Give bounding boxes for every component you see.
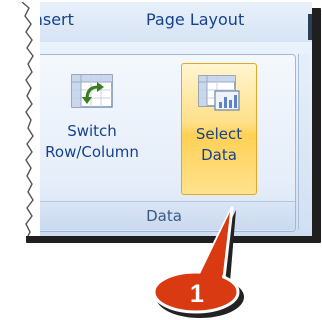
switch-label-line1: Switch (67, 122, 117, 140)
select-data-icon (198, 75, 240, 111)
switch-row-column-button[interactable]: Switch Row/Column (37, 63, 147, 193)
select-label-line2: Data (201, 146, 237, 164)
step-callout: 1 (152, 206, 262, 320)
tab-page-layout[interactable]: Page Layout (146, 10, 244, 29)
ribbon-crop: Insert Page Layout Switch Row/Column Sel… (20, 2, 312, 236)
torn-edge (20, 2, 40, 236)
callout-number: 1 (190, 280, 204, 308)
ribbon-tab-bar: Insert Page Layout (20, 2, 312, 42)
switch-row-column-icon (71, 74, 113, 108)
screenshot-stage: Insert Page Layout Switch Row/Column Sel… (0, 0, 322, 320)
select-label-line1: Select (195, 125, 243, 143)
next-group-edge (298, 54, 309, 230)
select-data-button[interactable]: Select Data (181, 63, 257, 195)
switch-label-line2: Row/Column (45, 143, 139, 161)
tab-separator (308, 14, 312, 40)
